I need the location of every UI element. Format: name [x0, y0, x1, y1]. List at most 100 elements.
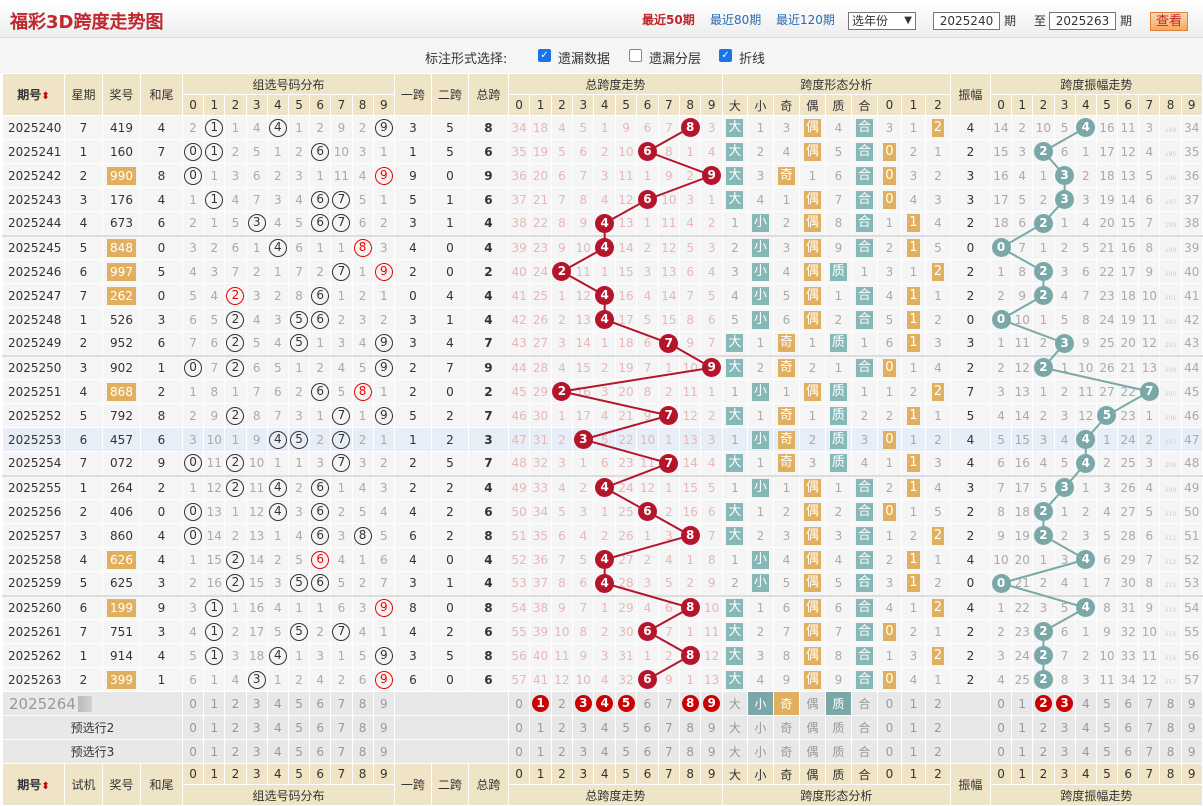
recent-50-link[interactable]: 最近50期 — [642, 11, 695, 28]
predict-amp-digit[interactable]: 6 — [1117, 739, 1140, 764]
predict-span-digit[interactable]: 8 — [679, 739, 702, 764]
predict-span-digit[interactable]: 1 — [529, 691, 552, 716]
predict-amp-digit[interactable]: 4 — [1074, 739, 1097, 764]
predict-shape-option[interactable]: 奇 — [772, 691, 800, 716]
predict-shape-option[interactable]: 奇 — [772, 739, 800, 764]
predict-group-digit[interactable]: 4 — [266, 739, 289, 764]
predict-amp-digit[interactable]: 3 — [1053, 691, 1076, 716]
missing-layer-checkbox[interactable] — [629, 49, 642, 62]
predict-shape-option[interactable]: 合 — [850, 715, 878, 740]
predict-amp-digit[interactable]: 7 — [1138, 691, 1161, 716]
predict-group-digit[interactable]: 1 — [203, 691, 226, 716]
predict-group-digit[interactable]: 7 — [330, 739, 353, 764]
predict-shape-option[interactable]: 2 — [924, 715, 951, 740]
predict-span-digit[interactable]: 9 — [700, 739, 723, 764]
predict-amp-digit[interactable]: 8 — [1159, 739, 1182, 764]
view-button[interactable]: 查看 — [1150, 12, 1188, 31]
predict-shape-option[interactable]: 偶 — [798, 739, 826, 764]
predict-group-digit[interactable]: 7 — [330, 691, 353, 716]
predict-amp-digit[interactable]: 0 — [989, 739, 1013, 764]
predict-span-digit[interactable]: 8 — [679, 715, 702, 740]
predict-shape-option[interactable]: 小 — [746, 691, 774, 716]
predict-shape-option[interactable]: 奇 — [772, 715, 800, 740]
predict-amp-digit[interactable]: 2 — [1032, 715, 1055, 740]
recent-120-link[interactable]: 最近120期 — [776, 11, 835, 28]
predict-group-digit[interactable]: 5 — [287, 739, 311, 764]
predict-group-digit[interactable]: 4 — [266, 691, 289, 716]
predict-shape-option[interactable]: 大 — [721, 691, 748, 716]
predict-amp-digit[interactable]: 2 — [1032, 739, 1055, 764]
predict-group-digit[interactable]: 4 — [266, 715, 289, 740]
predict-amp-digit[interactable]: 8 — [1159, 715, 1182, 740]
predict-group-digit[interactable]: 3 — [245, 715, 268, 740]
predict-shape-option[interactable]: 1 — [900, 715, 926, 740]
predict-amp-digit[interactable]: 3 — [1053, 739, 1076, 764]
predict-span-digit[interactable]: 6 — [636, 691, 659, 716]
predict-span-digit[interactable]: 7 — [657, 739, 681, 764]
predict-span-digit[interactable]: 3 — [572, 739, 595, 764]
predict-shape-option[interactable]: 1 — [900, 739, 926, 764]
predict-group-digit[interactable]: 0 — [181, 691, 205, 716]
predict-group-digit[interactable]: 2 — [224, 691, 247, 716]
predict-amp-digit[interactable]: 9 — [1180, 715, 1203, 740]
predict-amp-digit[interactable]: 4 — [1074, 691, 1097, 716]
predict-span-digit[interactable]: 9 — [700, 715, 723, 740]
predict-shape-option[interactable]: 0 — [876, 715, 902, 740]
predict-amp-digit[interactable]: 1 — [1011, 691, 1034, 716]
predict-span-digit[interactable]: 2 — [550, 715, 574, 740]
predict-span-digit[interactable]: 3 — [572, 715, 595, 740]
predict-span-digit[interactable]: 2 — [550, 739, 574, 764]
predict-span-digit[interactable]: 3 — [572, 691, 595, 716]
predict-amp-digit[interactable]: 6 — [1117, 691, 1140, 716]
polyline-checkbox[interactable]: ✓ — [719, 49, 732, 62]
predict-shape-option[interactable]: 小 — [746, 739, 774, 764]
predict-span-digit[interactable]: 4 — [593, 691, 616, 716]
predict-span-digit[interactable]: 8 — [679, 691, 702, 716]
predict-group-digit[interactable]: 6 — [309, 739, 332, 764]
predict-amp-digit[interactable]: 5 — [1095, 715, 1119, 740]
year-select[interactable]: 选年份 ▼ — [848, 12, 916, 30]
predict-amp-digit[interactable]: 0 — [989, 691, 1013, 716]
predict-shape-option[interactable]: 小 — [746, 715, 774, 740]
predict-amp-digit[interactable]: 1 — [1011, 739, 1034, 764]
predict-shape-option[interactable]: 1 — [900, 691, 926, 716]
predict-span-digit[interactable]: 6 — [636, 715, 659, 740]
predict-shape-option[interactable]: 2 — [924, 739, 951, 764]
predict-span-digit[interactable]: 5 — [614, 715, 638, 740]
predict-group-digit[interactable]: 8 — [351, 715, 374, 740]
predict-amp-digit[interactable]: 0 — [989, 715, 1013, 740]
predict-shape-option[interactable]: 大 — [721, 715, 748, 740]
predict-amp-digit[interactable]: 6 — [1117, 715, 1140, 740]
predict-amp-digit[interactable]: 8 — [1159, 691, 1182, 716]
predict-span-digit[interactable]: 7 — [657, 715, 681, 740]
predict-amp-digit[interactable]: 1 — [1011, 715, 1034, 740]
predict-group-digit[interactable]: 1 — [203, 739, 226, 764]
predict-amp-digit[interactable]: 7 — [1138, 739, 1161, 764]
predict-amp-digit[interactable]: 5 — [1095, 739, 1119, 764]
predict-span-digit[interactable]: 0 — [507, 691, 531, 716]
predict-amp-digit[interactable]: 3 — [1053, 715, 1076, 740]
predict-shape-option[interactable]: 0 — [876, 739, 902, 764]
predict-group-digit[interactable]: 2 — [224, 715, 247, 740]
predict-span-digit[interactable]: 1 — [529, 715, 552, 740]
predict-span-digit[interactable]: 0 — [507, 715, 531, 740]
predict-amp-digit[interactable]: 9 — [1180, 691, 1203, 716]
missing-data-checkbox[interactable]: ✓ — [538, 49, 551, 62]
predict-shape-option[interactable]: 合 — [850, 691, 878, 716]
predict-group-digit[interactable]: 5 — [287, 691, 311, 716]
predict-shape-option[interactable]: 大 — [721, 739, 748, 764]
predict-span-digit[interactable]: 9 — [700, 691, 723, 716]
predict-group-digit[interactable]: 3 — [245, 691, 268, 716]
recent-80-link[interactable]: 最近80期 — [710, 11, 761, 28]
predict-span-digit[interactable]: 0 — [507, 739, 531, 764]
predict-group-digit[interactable]: 0 — [181, 739, 205, 764]
predict-shape-option[interactable]: 质 — [824, 691, 852, 716]
predict-group-digit[interactable]: 8 — [351, 691, 374, 716]
predict-group-digit[interactable]: 9 — [372, 715, 395, 740]
predict-amp-digit[interactable]: 2 — [1032, 691, 1055, 716]
to-period-input[interactable]: 2025263 — [1049, 12, 1116, 30]
predict-span-digit[interactable]: 6 — [636, 739, 659, 764]
predict-span-digit[interactable]: 4 — [593, 715, 616, 740]
predict-shape-option[interactable]: 质 — [824, 715, 852, 740]
predict-amp-digit[interactable]: 5 — [1095, 691, 1119, 716]
